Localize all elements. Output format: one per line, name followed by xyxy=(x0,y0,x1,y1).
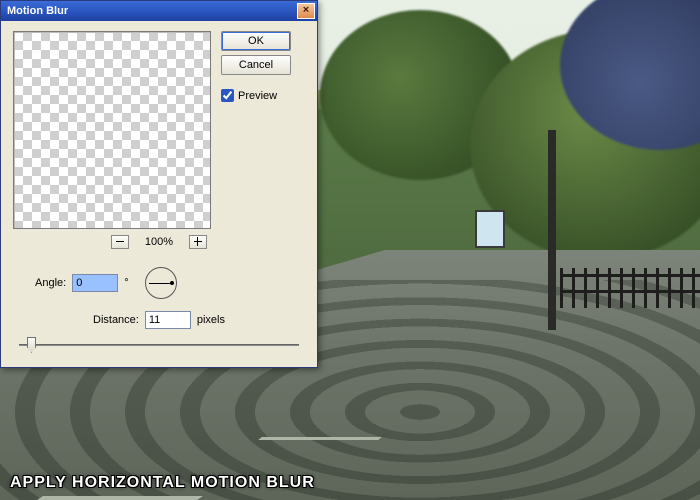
scene-lane xyxy=(37,496,203,500)
zoom-level: 100% xyxy=(145,236,173,248)
effect-preview[interactable] xyxy=(13,31,211,229)
scene-sign xyxy=(475,210,505,248)
distance-input[interactable]: 11 xyxy=(145,311,191,329)
slider-track xyxy=(19,344,299,346)
dialog-body: OK Cancel Preview 100% Angle: 0 ° Distan… xyxy=(1,21,317,367)
angle-dial[interactable] xyxy=(145,267,177,299)
scene-pole xyxy=(548,130,556,330)
close-icon: × xyxy=(303,4,309,16)
close-button[interactable]: × xyxy=(297,3,315,19)
minus-icon xyxy=(116,241,124,242)
distance-slider[interactable] xyxy=(19,337,299,353)
dialog-title: Motion Blur xyxy=(7,5,68,17)
zoom-in-button[interactable] xyxy=(189,235,207,249)
angle-unit: ° xyxy=(124,277,128,289)
preview-checkbox-label: Preview xyxy=(238,90,277,102)
distance-unit: pixels xyxy=(197,314,225,326)
angle-label: Angle: xyxy=(35,277,66,289)
cancel-button[interactable]: Cancel xyxy=(221,55,291,75)
tutorial-caption: APPLY HORIZONTAL MOTION BLUR xyxy=(10,474,315,492)
dialog-titlebar[interactable]: Motion Blur × xyxy=(1,1,317,21)
zoom-out-button[interactable] xyxy=(111,235,129,249)
slider-thumb[interactable] xyxy=(27,337,36,353)
preview-checkbox-row[interactable]: Preview xyxy=(221,89,291,102)
preview-checkbox[interactable] xyxy=(221,89,234,102)
scene-fence xyxy=(560,268,700,308)
plus-icon xyxy=(194,241,202,242)
ok-button[interactable]: OK xyxy=(221,31,291,51)
motion-blur-dialog: Motion Blur × OK Cancel Preview 100% Ang… xyxy=(0,0,318,368)
scene-lane xyxy=(258,437,382,440)
distance-label: Distance: xyxy=(93,314,139,326)
angle-input[interactable]: 0 xyxy=(72,274,118,292)
